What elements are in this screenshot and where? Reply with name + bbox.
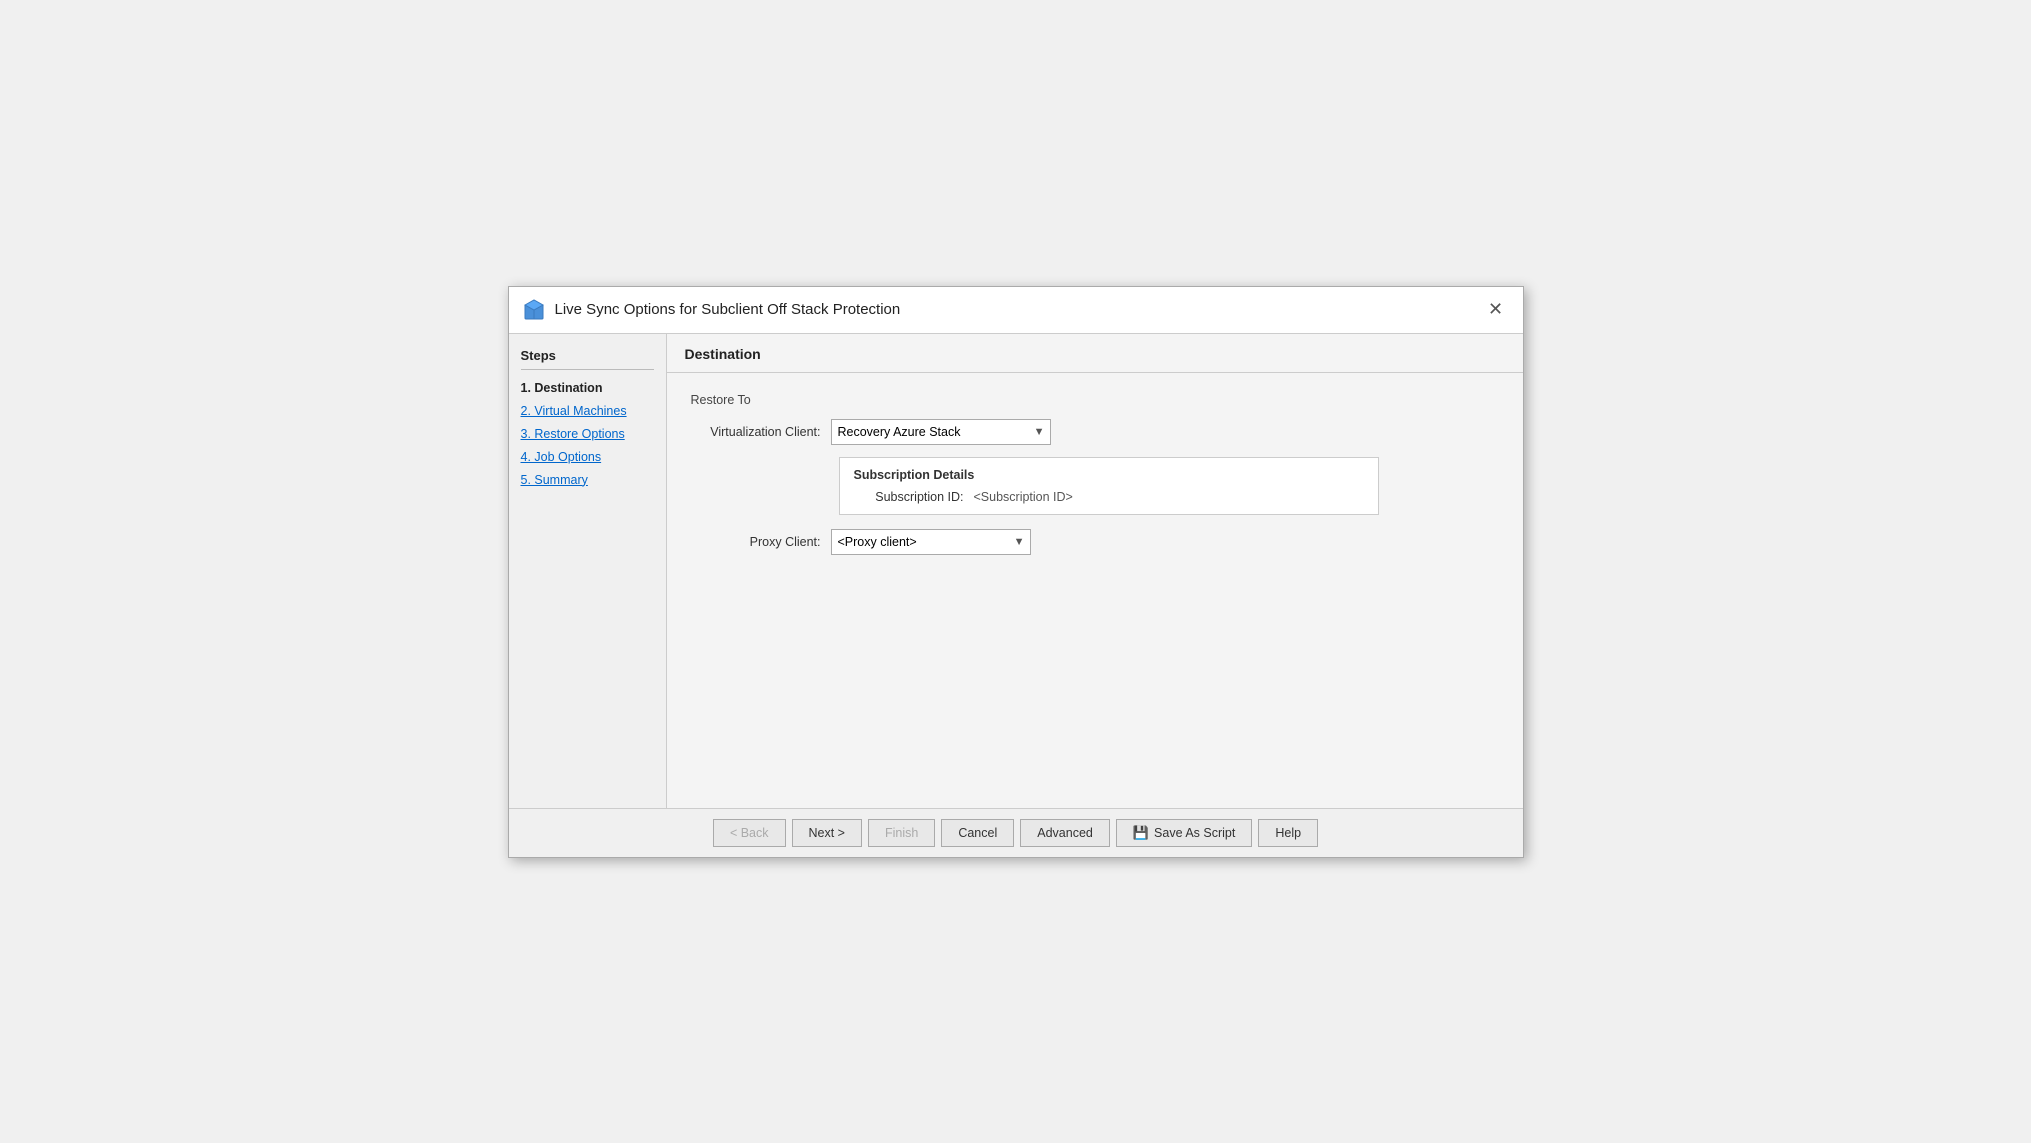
virtualization-client-row: Virtualization Client: Recovery Azure St…: [691, 419, 1499, 445]
finish-button[interactable]: Finish: [868, 819, 935, 847]
dialog-body: Steps 1. Destination 2. Virtual Machines…: [509, 334, 1523, 808]
save-script-icon: 💾: [1133, 825, 1149, 841]
sidebar-item-restore-options[interactable]: 3. Restore Options: [521, 426, 654, 442]
subscription-id-row: Subscription ID: <Subscription ID>: [854, 490, 1364, 504]
proxy-client-label: Proxy Client:: [691, 535, 831, 549]
main-header: Destination: [667, 334, 1523, 373]
help-button[interactable]: Help: [1258, 819, 1318, 847]
title-bar-left: Live Sync Options for Subclient Off Stac…: [523, 299, 901, 321]
sidebar-item-destination: 1. Destination: [521, 380, 654, 396]
title-bar: Live Sync Options for Subclient Off Stac…: [509, 287, 1523, 334]
virtualization-client-select[interactable]: Recovery Azure Stack: [831, 419, 1051, 445]
sidebar: Steps 1. Destination 2. Virtual Machines…: [509, 334, 667, 808]
subscription-details-title: Subscription Details: [854, 468, 1364, 482]
main-panel: Destination Restore To Virtualization Cl…: [667, 334, 1523, 808]
proxy-client-select-wrapper: <Proxy client> ▼: [831, 529, 1031, 555]
proxy-client-select[interactable]: <Proxy client>: [831, 529, 1031, 555]
footer: < Back Next > Finish Cancel Advanced 💾 S…: [509, 808, 1523, 857]
sidebar-item-job-options[interactable]: 4. Job Options: [521, 449, 654, 465]
virtualization-client-select-wrapper: Recovery Azure Stack ▼: [831, 419, 1051, 445]
dialog-title: Live Sync Options for Subclient Off Stac…: [555, 301, 901, 318]
restore-to-label: Restore To: [691, 393, 1499, 407]
save-as-script-label: Save As Script: [1154, 826, 1235, 840]
subscription-box: Subscription Details Subscription ID: <S…: [839, 457, 1379, 515]
save-as-script-button[interactable]: 💾 Save As Script: [1116, 819, 1252, 847]
section-title: Destination: [685, 346, 1505, 362]
virtualization-client-label: Virtualization Client:: [691, 425, 831, 439]
subscription-id-value: <Subscription ID>: [974, 490, 1073, 504]
close-button[interactable]: ✕: [1483, 297, 1509, 323]
sidebar-item-summary[interactable]: 5. Summary: [521, 472, 654, 488]
next-button[interactable]: Next >: [792, 819, 862, 847]
sidebar-title: Steps: [521, 348, 654, 370]
advanced-button[interactable]: Advanced: [1020, 819, 1110, 847]
cube-icon: [523, 299, 545, 321]
back-button[interactable]: < Back: [713, 819, 786, 847]
main-content: Restore To Virtualization Client: Recove…: [667, 373, 1523, 808]
subscription-id-label: Subscription ID:: [854, 490, 974, 504]
subscription-details-block: Subscription Details Subscription ID: <S…: [839, 457, 1499, 515]
sidebar-item-virtual-machines[interactable]: 2. Virtual Machines: [521, 403, 654, 419]
main-dialog: Live Sync Options for Subclient Off Stac…: [508, 286, 1524, 858]
proxy-client-row: Proxy Client: <Proxy client> ▼: [691, 529, 1499, 555]
cancel-button[interactable]: Cancel: [941, 819, 1014, 847]
